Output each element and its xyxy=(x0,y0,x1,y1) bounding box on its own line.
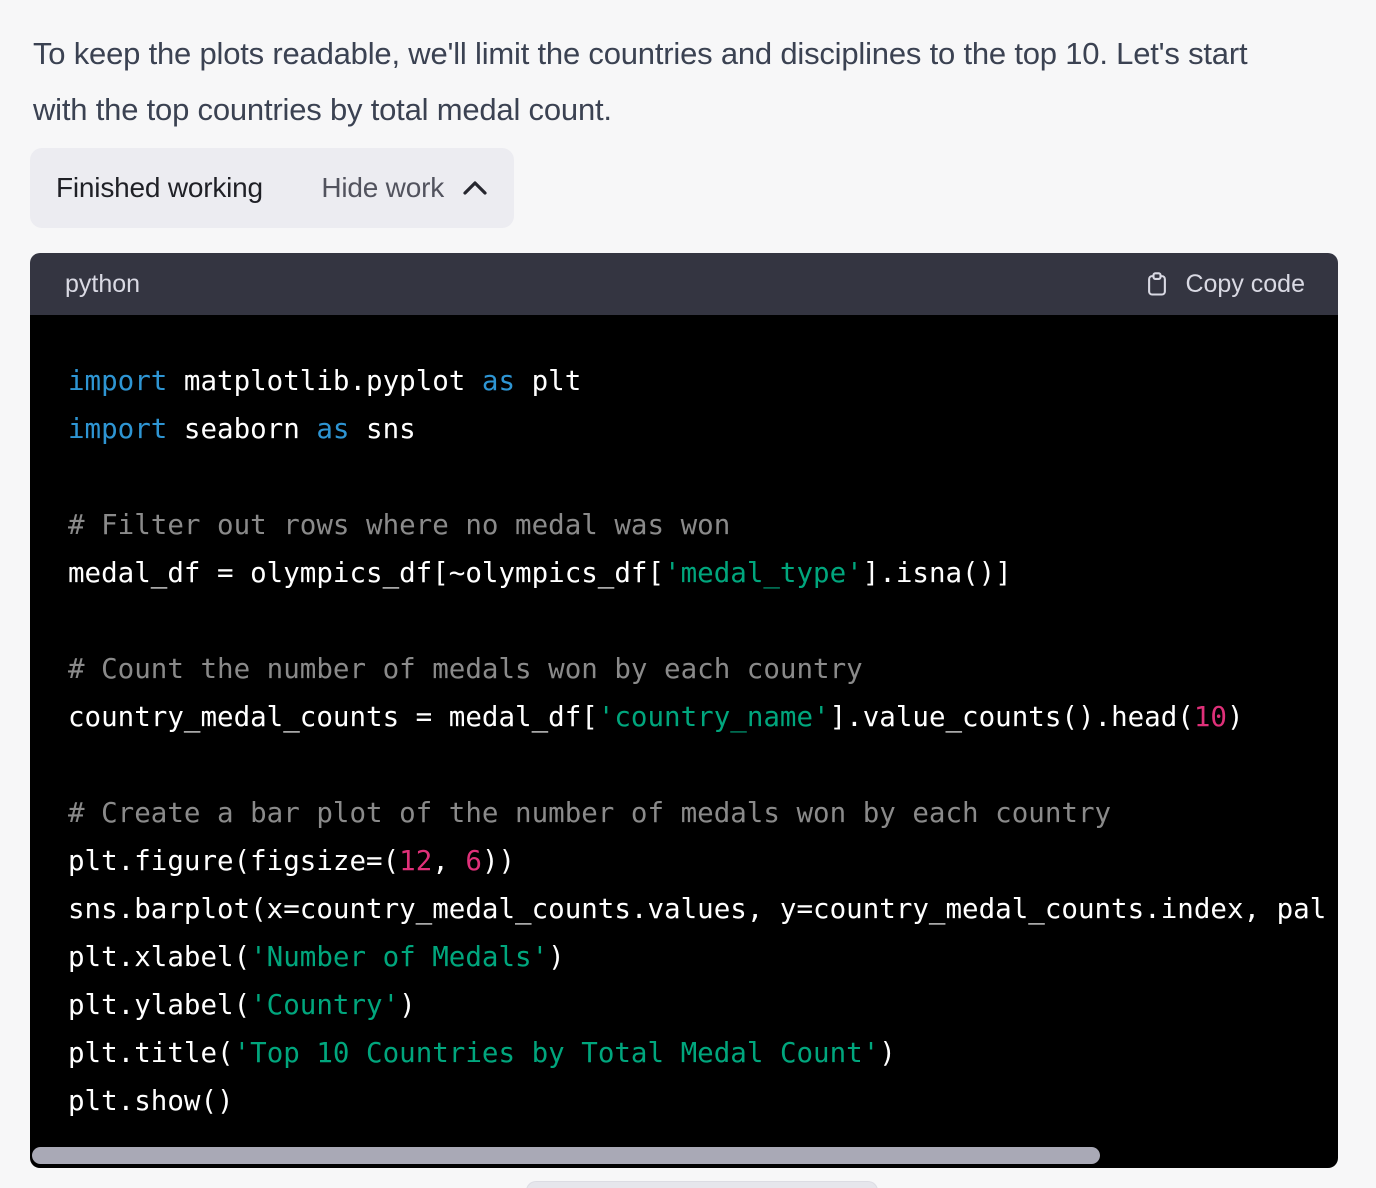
code-block: python Copy code import matplotlib.pyplo… xyxy=(30,253,1338,1168)
code-line xyxy=(68,597,1338,645)
code-line: plt.xlabel('Number of Medals') xyxy=(68,933,1338,981)
message-line-2: with the top countries by total medal co… xyxy=(33,82,1376,138)
code-line: plt.show() xyxy=(68,1077,1338,1125)
clipboard-icon xyxy=(1143,268,1171,300)
language-label: python xyxy=(65,270,140,299)
copy-code-label: Copy code xyxy=(1185,270,1305,299)
message-text: To keep the plots readable, we'll limit … xyxy=(30,26,1376,138)
chat-message: To keep the plots readable, we'll limit … xyxy=(0,0,1376,1188)
code-line: import matplotlib.pyplot as plt xyxy=(68,357,1338,405)
code-line: # Create a bar plot of the number of med… xyxy=(68,789,1338,837)
work-status-pill: Finished working Hide work xyxy=(30,148,514,228)
horizontal-scrollbar[interactable] xyxy=(32,1147,1100,1164)
code-line: # Count the number of medals won by each… xyxy=(68,645,1338,693)
hide-work-button[interactable]: Hide work xyxy=(321,172,488,204)
code-line: import seaborn as sns xyxy=(68,405,1338,453)
copy-code-button[interactable]: Copy code xyxy=(1143,268,1305,300)
code-line xyxy=(68,453,1338,501)
hide-work-label: Hide work xyxy=(321,172,444,204)
code-block-header: python Copy code xyxy=(30,253,1338,315)
code-line: plt.figure(figsize=(12, 6)) xyxy=(68,837,1338,885)
code-line: medal_df = olympics_df[~olympics_df['med… xyxy=(68,549,1338,597)
chevron-up-icon xyxy=(462,179,488,197)
work-status-label: Finished working xyxy=(56,172,263,204)
code-line: country_medal_counts = medal_df['country… xyxy=(68,693,1338,741)
code-content[interactable]: import matplotlib.pyplot as pltimport se… xyxy=(30,315,1338,1168)
code-line xyxy=(68,741,1338,789)
code-line: sns.barplot(x=country_medal_counts.value… xyxy=(68,885,1338,933)
code-line: plt.title('Top 10 Countries by Total Med… xyxy=(68,1029,1338,1077)
message-line-1: To keep the plots readable, we'll limit … xyxy=(33,26,1376,82)
code-line: # Filter out rows where no medal was won xyxy=(68,501,1338,549)
code-line: plt.ylabel('Country') xyxy=(68,981,1338,1029)
next-block-peek xyxy=(526,1181,878,1188)
